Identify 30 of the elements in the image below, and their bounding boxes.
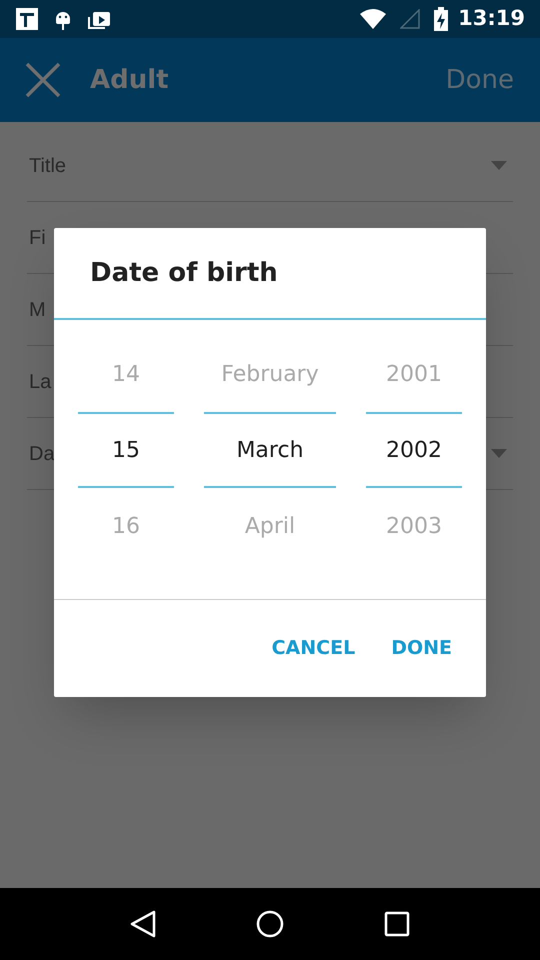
form-field[interactable]: Title <box>27 130 513 202</box>
wifi-icon <box>360 9 386 29</box>
news-icon <box>15 7 39 31</box>
field-label: Fi <box>29 226 46 250</box>
field-label: M <box>29 298 46 322</box>
field-label: Title <box>29 154 66 178</box>
picker-item[interactable]: 2002 <box>366 412 462 488</box>
field-label: La <box>29 370 52 394</box>
picker-item[interactable]: April <box>204 488 336 564</box>
recents-icon[interactable] <box>384 911 410 937</box>
picker-item[interactable]: 15 <box>78 412 174 488</box>
picker-item[interactable]: 16 <box>78 488 174 564</box>
picker-item[interactable]: March <box>204 412 336 488</box>
dialog-title: Date of birth <box>90 256 278 290</box>
signal-icon <box>400 9 420 29</box>
done-action[interactable]: Done <box>446 60 514 100</box>
picker-item[interactable]: 2003 <box>366 488 462 564</box>
app-bar-title: Adult <box>90 64 169 96</box>
field-label: Da <box>29 442 55 466</box>
dialog-button[interactable]: CANCEL <box>264 626 364 671</box>
back-icon[interactable] <box>130 910 156 938</box>
home-icon[interactable] <box>256 910 284 938</box>
clock: 13:19 <box>458 5 525 32</box>
close-icon <box>25 62 61 98</box>
battery-charging-icon <box>434 7 448 31</box>
close-button[interactable] <box>24 61 62 99</box>
picker-item[interactable]: 14 <box>78 336 174 412</box>
dialog-button[interactable]: DONE <box>383 626 460 671</box>
picker-item[interactable]: February <box>204 336 336 412</box>
picker-item[interactable]: 2001 <box>366 336 462 412</box>
